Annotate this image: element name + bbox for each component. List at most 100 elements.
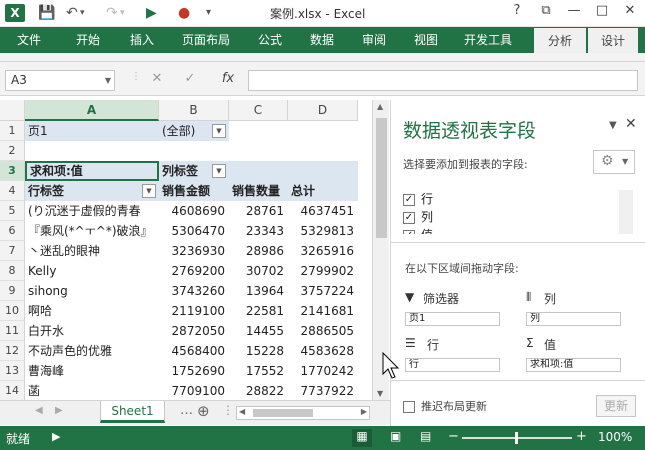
undo-dropdown-icon[interactable]: ▾ [80, 4, 85, 22]
total-cell[interactable]: 2886505 [288, 321, 358, 341]
sales-qty-cell[interactable]: 14455 [229, 321, 288, 341]
sales-amount-cell[interactable]: 3236930 [159, 241, 229, 261]
column-labels-dropdown-icon[interactable]: ▼ [212, 164, 226, 178]
sales-amount-cell[interactable]: 1752690 [159, 361, 229, 381]
row-label-cell[interactable]: 曹海峰 [25, 361, 159, 381]
scroll-thumb[interactable] [376, 118, 387, 238]
row-label-cell[interactable]: Kelly [25, 261, 159, 281]
sales-qty-cell[interactable]: 15228 [229, 341, 288, 361]
column-header-b[interactable]: B [159, 100, 229, 121]
sales-amount-cell[interactable]: 2872050 [159, 321, 229, 341]
row-labels-dropdown-icon[interactable]: ▼ [142, 184, 156, 198]
scroll-up-icon[interactable]: ▲ [377, 102, 383, 111]
sales-amount-cell[interactable]: 7709100 [159, 381, 229, 400]
sales-amount-cell[interactable]: 2119100 [159, 301, 229, 321]
row-header[interactable]: 10 [0, 301, 25, 321]
cancel-icon[interactable]: ✕ [145, 71, 169, 86]
column-header-a[interactable]: A [25, 100, 159, 121]
row-header[interactable]: 6 [0, 221, 25, 241]
values-area-item[interactable]: 求和项:值 [526, 358, 621, 372]
redo-icon[interactable]: ↷ [106, 4, 118, 22]
maximize-button[interactable]: □ [588, 3, 616, 18]
total-cell[interactable]: 4637451 [288, 201, 358, 221]
redo-dropdown-icon[interactable]: ▾ [120, 4, 125, 22]
sales-qty-cell[interactable]: 13964 [229, 281, 288, 301]
page-layout-view-icon[interactable]: ▣ [390, 429, 401, 443]
field-item[interactable]: ✓ 行 [403, 190, 635, 208]
row-header[interactable]: 4 [0, 181, 25, 201]
zoom-in-icon[interactable]: + [576, 429, 587, 444]
tab-data[interactable]: 数据 [298, 27, 346, 53]
tab-view[interactable]: 视图 [402, 27, 450, 53]
close-button[interactable]: ✕ [616, 3, 644, 18]
row-header[interactable]: 11 [0, 321, 25, 341]
sales-amount-cell[interactable]: 3743260 [159, 281, 229, 301]
undo-icon[interactable]: ↶ [66, 4, 78, 22]
page-break-view-icon[interactable]: ▤ [420, 429, 431, 443]
tab-developer[interactable]: 开发工具 [454, 27, 522, 53]
scroll-right-icon[interactable]: ▶ [361, 407, 367, 416]
row-header[interactable]: 9 [0, 281, 25, 301]
total-cell[interactable]: 5329813 [288, 221, 358, 241]
field-list-scrollbar[interactable] [619, 190, 633, 234]
row-header[interactable]: 12 [0, 341, 25, 361]
active-cell-value-label[interactable]: 求和项:值 [25, 161, 159, 181]
customize-toolbar-icon[interactable]: ▾ [206, 4, 211, 22]
minimize-button[interactable]: — [560, 3, 588, 18]
zoom-out-icon[interactable]: − [448, 429, 459, 444]
total-cell[interactable]: 3265916 [288, 241, 358, 261]
field-item[interactable]: ✓ 列 [403, 208, 635, 226]
row-header[interactable]: 7 [0, 241, 25, 261]
prev-sheet-icon[interactable]: ◀ [35, 405, 43, 416]
field-list-settings-button[interactable]: ⚙ ▼ [593, 150, 635, 174]
sales-qty-cell[interactable]: 17552 [229, 361, 288, 381]
columns-area-item[interactable]: 列 [526, 312, 621, 326]
checkbox-unchecked-icon[interactable] [403, 401, 415, 413]
column-header-d[interactable]: D [288, 100, 358, 121]
checkbox-checked-icon[interactable]: ✓ [403, 211, 415, 224]
pane-options-dropdown-icon[interactable]: ▼ [609, 120, 617, 131]
row-label-cell[interactable]: 『乘风(*^ㅜ^*)破浪』 [25, 221, 159, 241]
sales-qty-cell[interactable]: 22581 [229, 301, 288, 321]
tab-file[interactable]: 文件 [0, 27, 58, 53]
add-sheet-icon[interactable]: ⊕ [197, 402, 210, 420]
macro-run-icon[interactable]: ▶ [146, 4, 157, 22]
insert-function-icon[interactable]: fx [216, 71, 240, 86]
sales-qty-cell[interactable]: 28761 [229, 201, 288, 221]
tab-design[interactable]: 设计 [588, 27, 638, 53]
pane-close-icon[interactable]: ✕ [625, 116, 637, 132]
macro-record-icon[interactable]: ● [178, 4, 190, 22]
hscroll-thumb[interactable] [253, 409, 313, 417]
tab-review[interactable]: 审阅 [350, 27, 398, 53]
zoom-slider-thumb[interactable] [515, 432, 518, 444]
sales-qty-cell[interactable]: 28822 [229, 381, 288, 400]
checkbox-checked-icon[interactable]: ✓ [403, 193, 415, 206]
sheet-tab-sheet1[interactable]: Sheet1 [100, 401, 165, 423]
filter-dropdown-icon[interactable]: ▼ [212, 124, 226, 138]
tab-page-layout[interactable]: 页面布局 [172, 27, 240, 53]
row-header[interactable]: 13 [0, 361, 25, 381]
row-header[interactable]: 8 [0, 261, 25, 281]
total-cell[interactable]: 2799902 [288, 261, 358, 281]
tab-formulas[interactable]: 公式 [246, 27, 294, 53]
formula-input[interactable] [248, 70, 638, 91]
name-box[interactable]: A3 ▼ [5, 70, 115, 91]
sales-amount-cell[interactable]: 5306470 [159, 221, 229, 241]
column-header-c[interactable]: C [229, 100, 288, 121]
scroll-down-icon[interactable]: ▼ [377, 389, 383, 398]
row-header[interactable]: 5 [0, 201, 25, 221]
total-cell[interactable]: 3757224 [288, 281, 358, 301]
total-cell[interactable]: 7737922 [288, 381, 358, 400]
select-all-corner[interactable] [0, 100, 25, 121]
row-header[interactable]: 1 [0, 121, 25, 141]
tab-insert[interactable]: 插入 [118, 27, 166, 53]
enter-icon[interactable]: ✓ [178, 71, 202, 86]
sales-qty-cell[interactable]: 30702 [229, 261, 288, 281]
total-cell[interactable]: 1770242 [288, 361, 358, 381]
row-label-cell[interactable]: 丶迷乱的眼神 [25, 241, 159, 261]
total-cell[interactable]: 4583628 [288, 341, 358, 361]
ribbon-display-button[interactable]: ⧉ [532, 3, 560, 18]
sales-qty-cell[interactable]: 23343 [229, 221, 288, 241]
row-label-cell[interactable]: sihong [25, 281, 159, 301]
row-header-selected[interactable]: 3 [0, 161, 25, 181]
